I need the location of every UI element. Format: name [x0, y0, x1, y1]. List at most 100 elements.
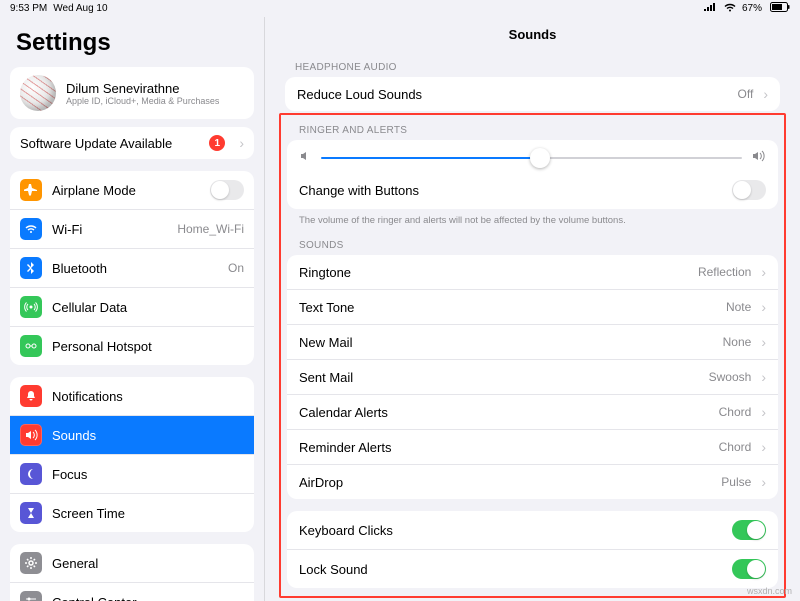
slider-thumb[interactable]	[530, 148, 550, 168]
apple-id-card[interactable]: Dilum Senevirathne Apple ID, iCloud+, Me…	[10, 67, 254, 119]
software-update-row[interactable]: Software Update Available 1 ›	[10, 127, 254, 159]
change-with-buttons-row[interactable]: Change with Buttons	[287, 171, 778, 209]
page-title: Sounds	[265, 17, 800, 56]
update-badge: 1	[209, 135, 225, 151]
chevron-right-icon: ›	[761, 334, 766, 350]
sidebar-item-label: Sounds	[52, 428, 244, 443]
sound-label: Ringtone	[299, 265, 688, 280]
sound-value: Chord	[719, 440, 752, 454]
change-with-buttons-toggle[interactable]	[732, 180, 766, 200]
sidebar-item-label: General	[52, 556, 244, 571]
ringer-volume-slider[interactable]	[321, 157, 742, 159]
chevron-right-icon: ›	[761, 369, 766, 385]
volume-low-icon	[299, 150, 311, 165]
sound-row-text-tone[interactable]: Text Tone Note ›	[287, 290, 778, 325]
sound-row-ringtone[interactable]: Ringtone Reflection ›	[287, 255, 778, 290]
watermark: wsxdn.com	[747, 586, 792, 596]
section-ringer-alerts: RINGER AND ALERTS	[285, 119, 780, 140]
volume-high-icon	[752, 150, 766, 165]
avatar	[20, 75, 56, 111]
sound-label: Sent Mail	[299, 370, 699, 385]
sound-label: Reminder Alerts	[299, 440, 709, 455]
sidebar-item-general[interactable]: General	[10, 544, 254, 583]
battery-text: 67%	[742, 3, 762, 14]
cellular-icon	[20, 296, 42, 318]
highlight-annotation: RINGER AND ALERTS Change with Buttons	[279, 113, 786, 598]
sound-value: Reflection	[698, 265, 751, 279]
sidebar-item-label: Focus	[52, 467, 244, 482]
sound-label: Text Tone	[299, 300, 716, 315]
ringer-volume-row	[287, 140, 778, 171]
row-value: Home_Wi-Fi	[177, 222, 244, 236]
row-value: On	[228, 261, 244, 275]
gear-icon	[20, 552, 42, 574]
chevron-right-icon: ›	[761, 404, 766, 420]
sound-row-new-mail[interactable]: New Mail None ›	[287, 325, 778, 360]
sidebar-item-bluetooth[interactable]: Bluetooth On	[10, 249, 254, 288]
sound-row-sent-mail[interactable]: Sent Mail Swoosh ›	[287, 360, 778, 395]
sidebar: Settings Dilum Senevirathne Apple ID, iC…	[0, 17, 265, 601]
reduce-label: Reduce Loud Sounds	[297, 87, 728, 102]
lock-sound-row[interactable]: Lock Sound	[287, 550, 778, 588]
sidebar-item-personal-hotspot[interactable]: Personal Hotspot	[10, 327, 254, 365]
sidebar-item-label: Control Center	[52, 595, 244, 601]
sound-label: New Mail	[299, 335, 713, 350]
sound-value: Note	[726, 300, 751, 314]
bluetooth-icon	[20, 257, 42, 279]
account-sub: Apple ID, iCloud+, Media & Purchases	[66, 96, 219, 106]
software-update-label: Software Update Available	[20, 136, 199, 151]
change-note: The volume of the ringer and alerts will…	[285, 211, 780, 234]
sidebar-item-label: Airplane Mode	[52, 183, 200, 198]
battery-icon	[768, 2, 790, 15]
sidebar-item-label: Screen Time	[52, 506, 244, 521]
sound-label: Calendar Alerts	[299, 405, 709, 420]
hourglass-icon	[20, 502, 42, 524]
sidebar-item-label: Cellular Data	[52, 300, 244, 315]
wifi-icon	[20, 218, 42, 240]
speaker-icon	[20, 424, 42, 446]
chevron-right-icon: ›	[761, 264, 766, 280]
lock-sound-toggle[interactable]	[732, 559, 766, 579]
section-sounds: SOUNDS	[285, 234, 780, 255]
sound-row-calendar-alerts[interactable]: Calendar Alerts Chord ›	[287, 395, 778, 430]
sidebar-item-cellular-data[interactable]: Cellular Data	[10, 288, 254, 327]
sound-row-airdrop[interactable]: AirDropPulse›	[287, 465, 778, 499]
sound-value: Swoosh	[709, 370, 752, 384]
chevron-right-icon: ›	[761, 439, 766, 455]
sound-value: None	[723, 335, 752, 349]
reduce-value: Off	[738, 87, 754, 101]
sidebar-item-notifications[interactable]: Notifications	[10, 377, 254, 416]
sidebar-item-focus[interactable]: Focus	[10, 455, 254, 494]
sidebar-item-label: Personal Hotspot	[52, 339, 244, 354]
bell-icon	[20, 385, 42, 407]
sidebar-item-label: Wi-Fi	[52, 222, 167, 237]
content-pane: Sounds HEADPHONE AUDIO Reduce Loud Sound…	[265, 17, 800, 601]
chevron-right-icon: ›	[761, 299, 766, 315]
section-headphone-audio: HEADPHONE AUDIO	[265, 56, 800, 77]
sound-row-reminder-alerts[interactable]: Reminder Alerts Chord ›	[287, 430, 778, 465]
reduce-loud-sounds-row[interactable]: Reduce Loud Sounds Off ›	[285, 77, 780, 111]
signal-icon	[702, 3, 716, 14]
airplane-icon	[20, 179, 42, 201]
sidebar-item-label: Notifications	[52, 389, 244, 404]
keyboard-clicks-toggle[interactable]	[732, 520, 766, 540]
toggle[interactable]	[210, 180, 244, 200]
sidebar-item-control-center[interactable]: Control Center	[10, 583, 254, 601]
status-bar: 9:53 PM Wed Aug 10 67%	[0, 0, 800, 17]
sidebar-item-label: Bluetooth	[52, 261, 218, 276]
lock-sound-label: Lock Sound	[299, 562, 722, 577]
sidebar-item-wi-fi[interactable]: Wi-Fi Home_Wi-Fi	[10, 210, 254, 249]
sound-value: Chord	[719, 405, 752, 419]
status-date: Wed Aug 10	[53, 3, 107, 14]
sound-value: Pulse	[721, 475, 751, 489]
sidebar-item-screen-time[interactable]: Screen Time	[10, 494, 254, 532]
chevron-right-icon: ›	[763, 86, 768, 102]
account-name: Dilum Senevirathne	[66, 81, 219, 96]
keyboard-clicks-label: Keyboard Clicks	[299, 523, 722, 538]
sidebar-item-sounds[interactable]: Sounds	[10, 416, 254, 455]
sidebar-item-airplane-mode[interactable]: Airplane Mode	[10, 171, 254, 210]
wifi-icon	[722, 3, 736, 15]
chevron-right-icon: ›	[761, 474, 766, 490]
keyboard-clicks-row[interactable]: Keyboard Clicks	[287, 511, 778, 550]
moon-icon	[20, 463, 42, 485]
